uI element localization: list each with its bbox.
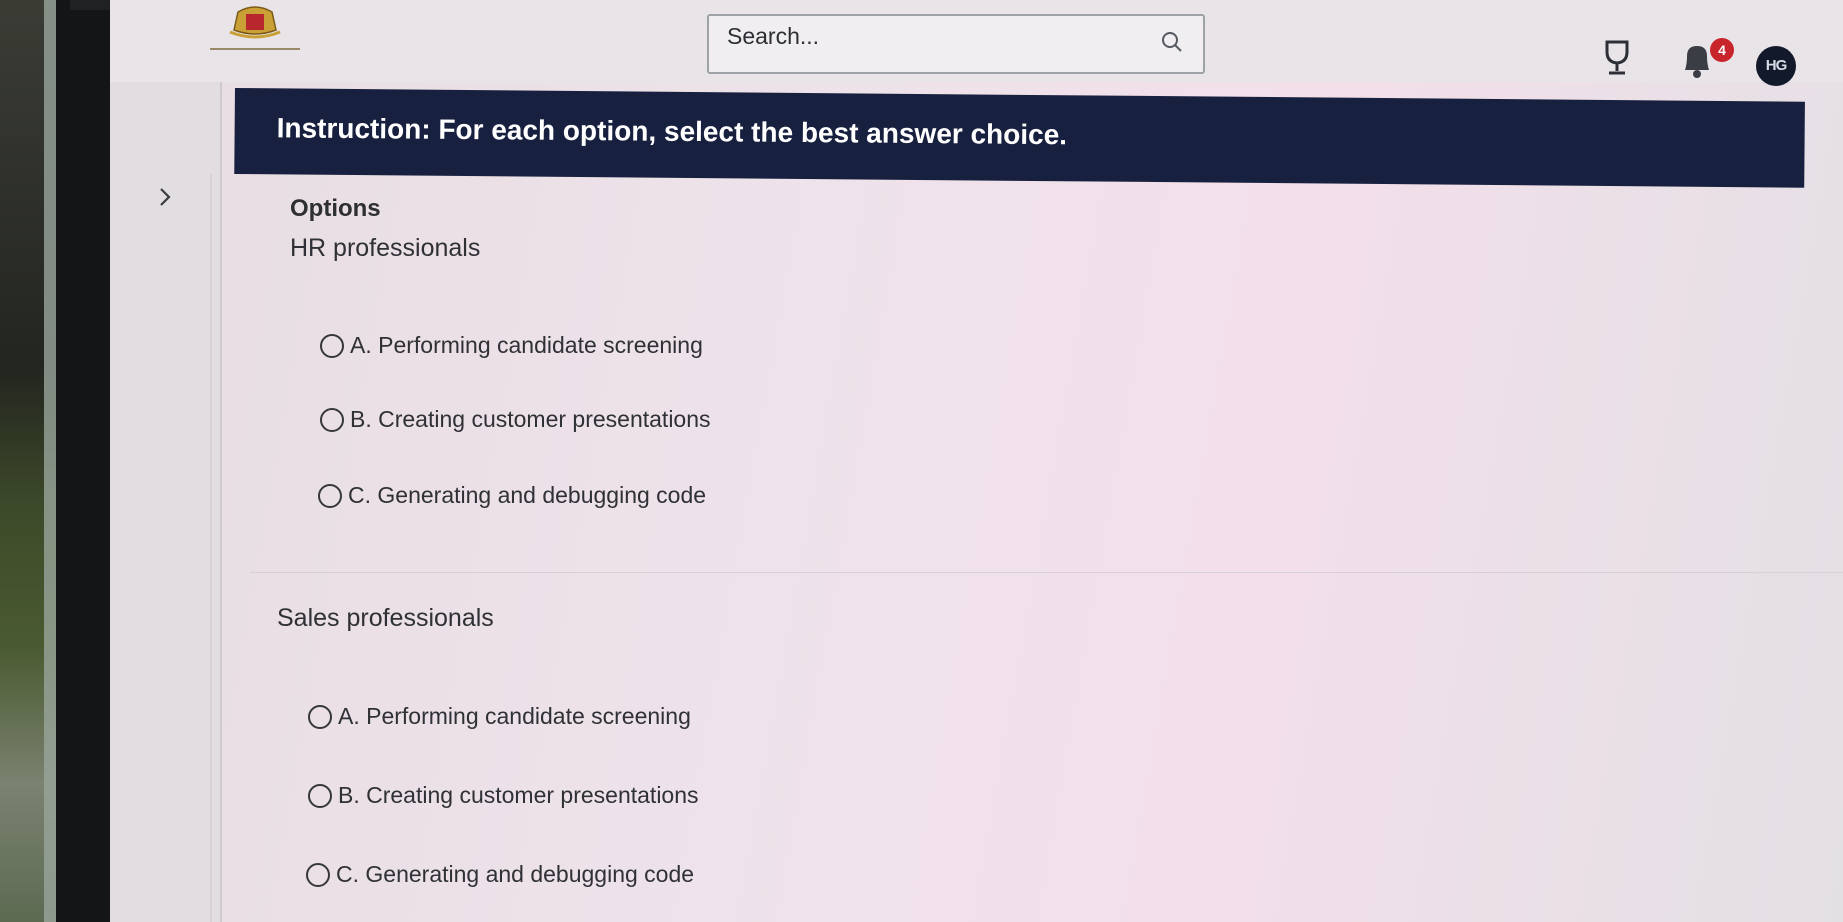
group-divider <box>250 572 1843 573</box>
monitor-bezel-dark <box>56 0 116 922</box>
option-hr-a[interactable]: A. Performing candidate screening <box>320 332 703 359</box>
screen: Search... 4 HG Instruction: For each opt… <box>110 0 1843 922</box>
trophy-icon[interactable] <box>1597 38 1637 78</box>
option-hr-b[interactable]: B. Creating customer presentations <box>320 406 711 433</box>
search-icon[interactable] <box>1159 29 1185 55</box>
chevron-right-icon <box>160 188 171 206</box>
coat-of-arms-logo[interactable] <box>190 2 320 64</box>
option-label: B. Creating customer presentations <box>338 782 699 808</box>
options-heading: Options <box>290 195 381 222</box>
top-bar: Search... 4 HG <box>110 0 1843 86</box>
monitor-bezel-edge <box>44 0 56 922</box>
avatar[interactable]: HG <box>1756 46 1796 86</box>
radio-button[interactable] <box>308 704 332 729</box>
option-sales-c[interactable]: C. Generating and debugging code <box>306 861 694 888</box>
option-label: C. Generating and debugging code <box>336 861 695 887</box>
question-panel <box>210 174 1843 922</box>
option-label: C. Generating and debugging code <box>348 482 707 508</box>
group-label-hr: HR professionals <box>290 234 481 262</box>
radio-button[interactable] <box>318 483 342 508</box>
instruction-text: Instruction: For each option, select the… <box>276 112 1068 151</box>
radio-button[interactable] <box>306 862 330 887</box>
sidebar-toggle-button[interactable] <box>150 182 180 212</box>
sidebar <box>110 82 222 922</box>
radio-button[interactable] <box>320 407 344 432</box>
radio-button[interactable] <box>320 333 344 358</box>
notification-badge: 4 <box>1710 38 1734 62</box>
option-sales-b[interactable]: B. Creating customer presentations <box>308 782 699 809</box>
instruction-banner: Instruction: For each option, select the… <box>234 88 1805 188</box>
radio-button[interactable] <box>308 783 332 808</box>
group-label-sales: Sales professionals <box>277 604 494 632</box>
option-sales-a[interactable]: A. Performing candidate screening <box>308 703 691 730</box>
search-input[interactable]: Search... <box>727 23 1159 50</box>
option-label: B. Creating customer presentations <box>350 406 711 432</box>
option-label: A. Performing candidate screening <box>338 703 691 729</box>
search-bar[interactable]: Search... <box>707 14 1205 74</box>
option-label: A. Performing candidate screening <box>350 332 703 358</box>
option-hr-c[interactable]: C. Generating and debugging code <box>318 482 706 509</box>
